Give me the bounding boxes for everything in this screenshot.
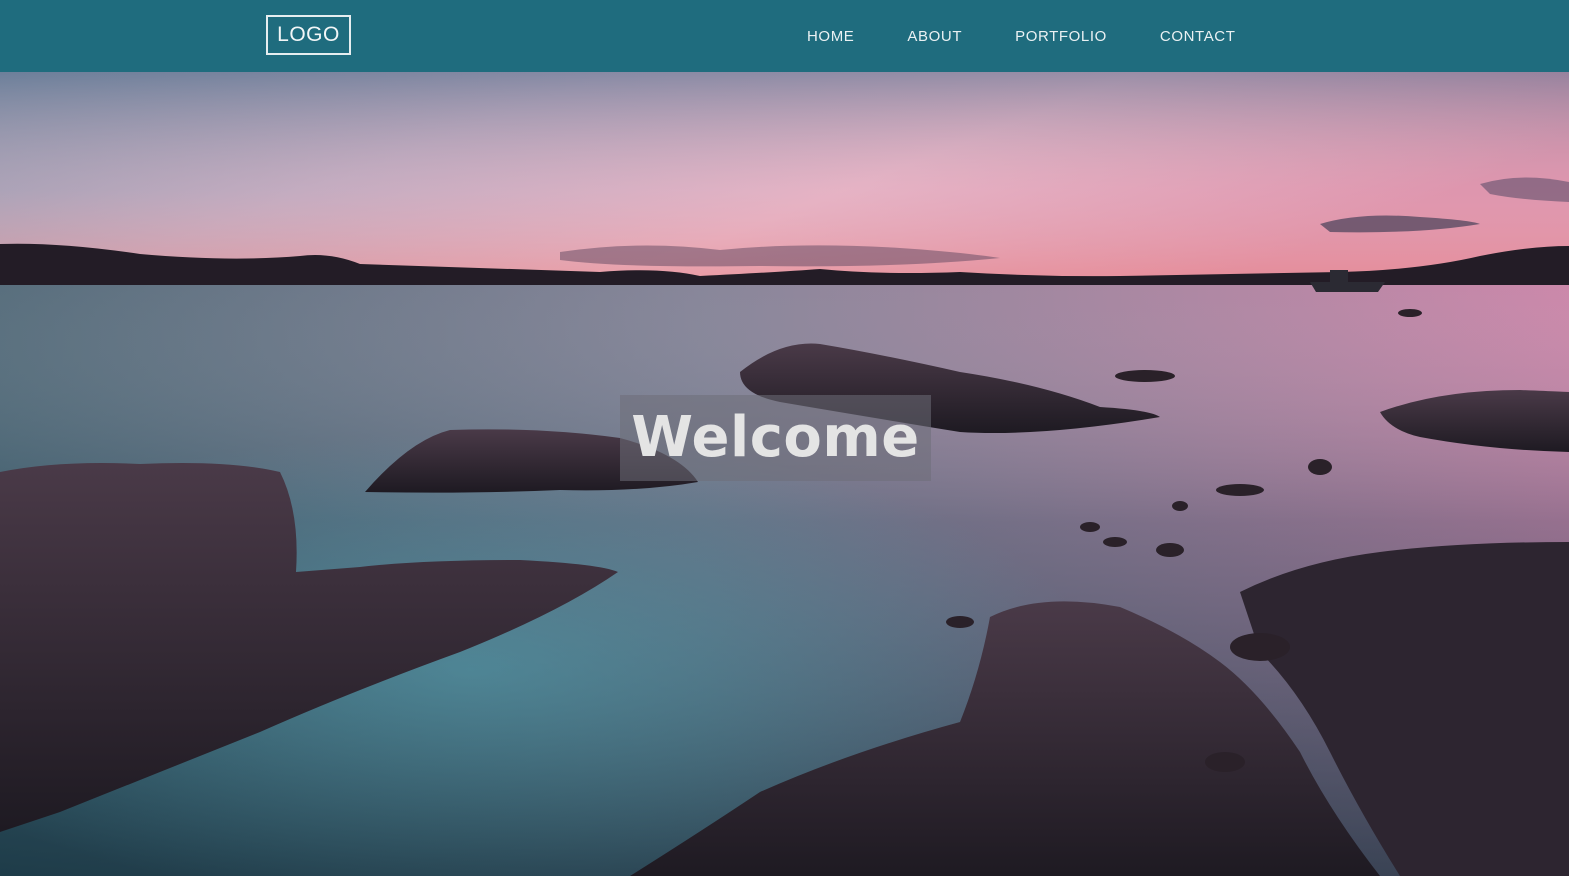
hero-heading: Welcome [631, 405, 920, 470]
page: LOGO HOME ABOUT PORTFOLIO CONTACT Welcom… [0, 0, 1569, 876]
welcome-box: Welcome [620, 395, 931, 481]
nav-item-about[interactable]: ABOUT [890, 28, 979, 45]
top-navbar: LOGO HOME ABOUT PORTFOLIO CONTACT [0, 0, 1569, 72]
nav-item-home[interactable]: HOME [790, 28, 871, 45]
nav-item-portfolio[interactable]: PORTFOLIO [998, 28, 1124, 45]
main-nav: HOME ABOUT PORTFOLIO CONTACT [790, 0, 1253, 72]
nav-item-contact[interactable]: CONTACT [1143, 28, 1253, 45]
logo[interactable]: LOGO [266, 15, 351, 55]
